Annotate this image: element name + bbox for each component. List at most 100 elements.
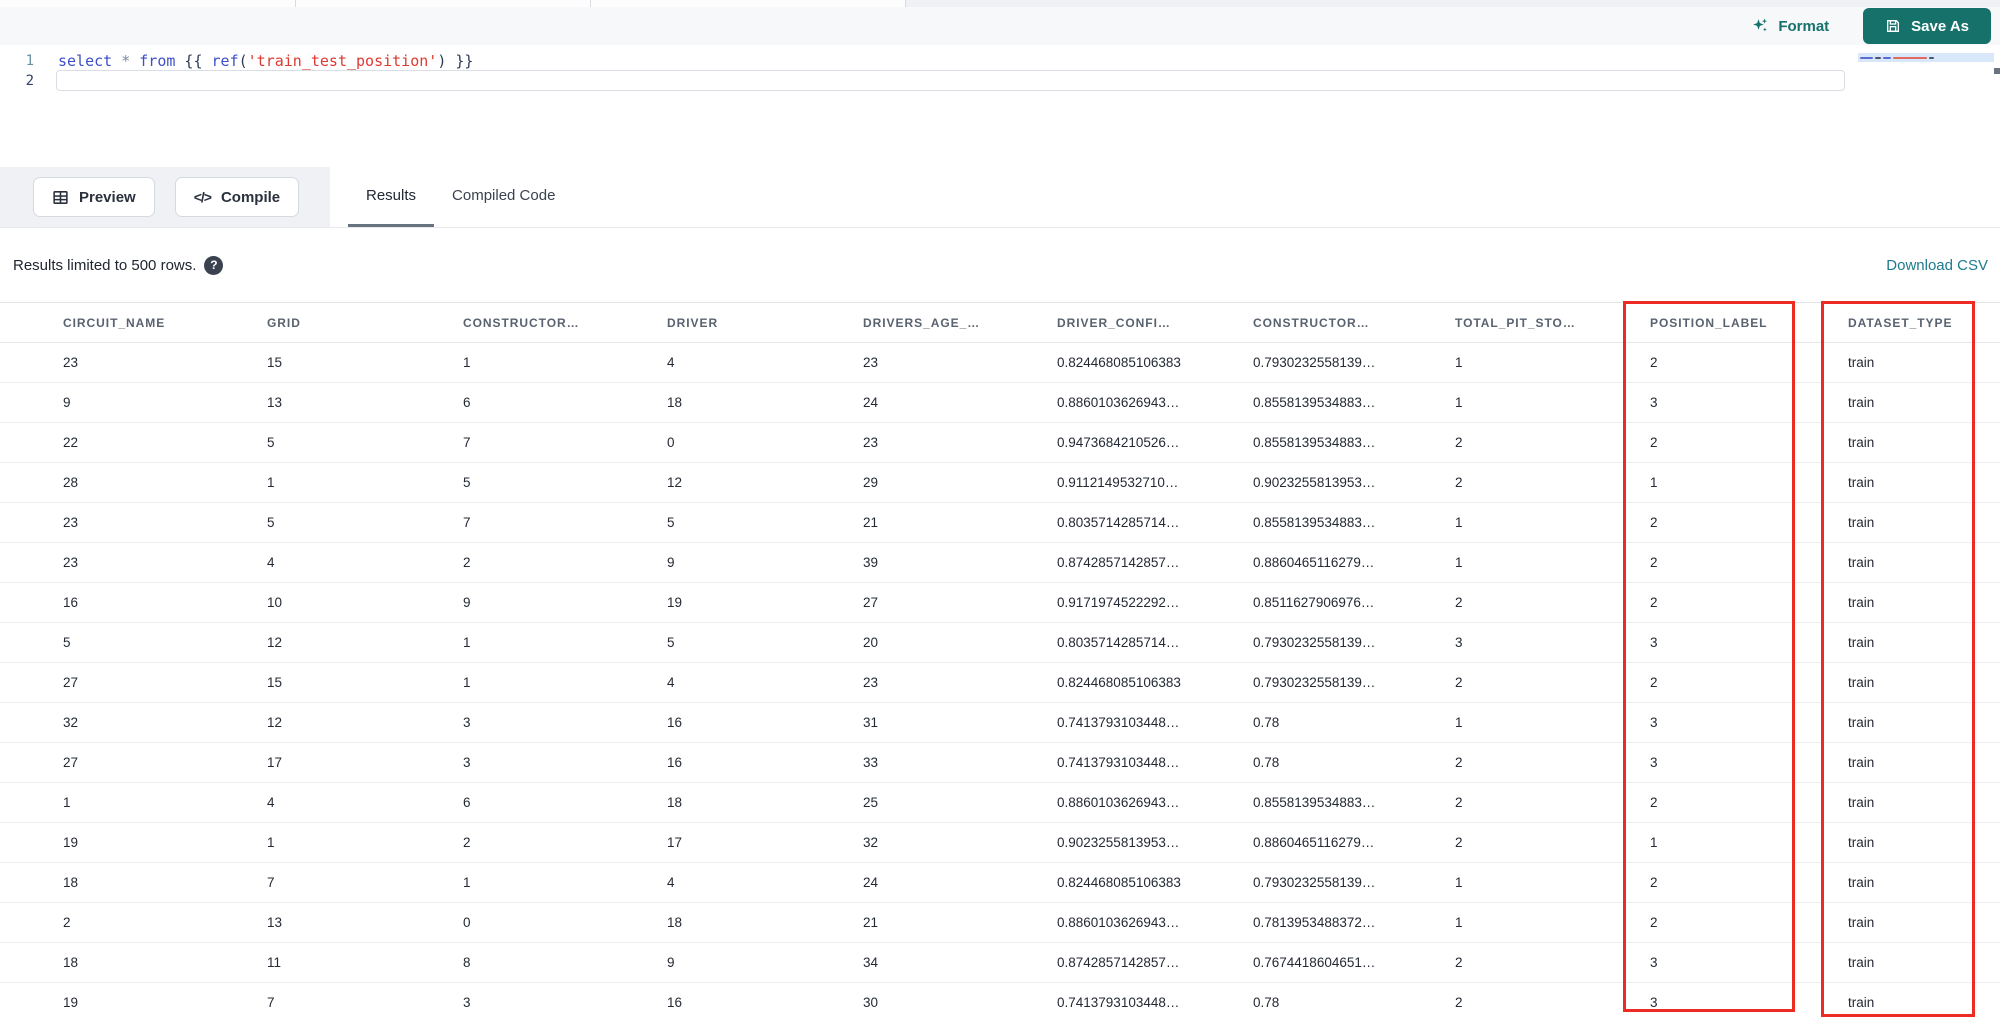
- results-table-container: CIRCUIT_NAME GRID CONSTRUCTOR… DRIVER DRIVER…: [0, 302, 2000, 1020]
- tab-results[interactable]: Results: [348, 167, 435, 227]
- run-actions-panel: Preview </> Compile: [0, 167, 330, 227]
- table-cell: 0.9473684210526…: [1044, 422, 1240, 463]
- format-button[interactable]: Format: [1751, 17, 1829, 35]
- table-cell: train: [1835, 942, 2000, 983]
- table-cell: 16: [0, 582, 254, 623]
- table-cell: 7: [450, 422, 654, 463]
- table-cell: 2: [1637, 342, 1835, 383]
- table-cell: 18: [654, 782, 850, 823]
- table-cell: 9: [0, 382, 254, 423]
- table-cell: 3: [1637, 982, 1835, 1020]
- table-cell: 17: [654, 822, 850, 863]
- table-row: 16 10 9 19 27 0.9171974522292… 0.8511627906976…: [0, 582, 2000, 623]
- table-cell: 0.8035714285714…: [1044, 502, 1240, 543]
- table-cell: train: [1835, 662, 2000, 703]
- table-cell: 0.8742857142857…: [1044, 542, 1240, 583]
- results-info-bar: Results limited to 500 rows. ? Download …: [0, 228, 2000, 302]
- table-cell: 6: [450, 382, 654, 423]
- table-cell: train: [1835, 462, 2000, 503]
- table-cell: 0.7674418604651…: [1240, 942, 1442, 983]
- editor-toolbar: Format Save As: [0, 7, 2000, 45]
- table-cell: 19: [0, 982, 254, 1020]
- table-cell: 25: [850, 782, 1044, 823]
- table-cell: 2: [1637, 782, 1835, 823]
- table-cell: train: [1835, 982, 2000, 1020]
- table-cell: 2: [1442, 462, 1637, 503]
- download-csv-link[interactable]: Download CSV: [1886, 257, 1988, 274]
- table-cell: 0.8742857142857…: [1044, 942, 1240, 983]
- table-row: 27 17 3 16 33 0.7413793103448… 0.78 2 3 train: [0, 742, 2000, 783]
- table-cell: 2: [1442, 582, 1637, 623]
- table-cell: 22: [0, 422, 254, 463]
- results-table: CIRCUIT_NAME GRID CONSTRUCTOR… DRIVER DRIVER…: [0, 302, 2000, 1020]
- compile-button[interactable]: </> Compile: [174, 177, 300, 217]
- table-cell: 1: [450, 342, 654, 383]
- column-header: POSITION_LABEL: [1637, 302, 1835, 343]
- dbt-ide-page: Format Save As 1 select * from {{ ref('t…: [0, 0, 2000, 1020]
- save-as-label: Save As: [1911, 17, 1969, 35]
- table-cell: 7: [254, 862, 450, 903]
- table-cell: 27: [850, 582, 1044, 623]
- format-label: Format: [1778, 17, 1830, 35]
- table-row: 1 4 6 18 25 0.8860103626943… 0.8558139534883… 2…: [0, 782, 2000, 823]
- table-cell: 18: [0, 942, 254, 983]
- table-cell: 12: [654, 462, 850, 503]
- save-as-button[interactable]: Save As: [1863, 8, 1991, 44]
- table-cell: 0.7413793103448…: [1044, 982, 1240, 1020]
- table-cell: 16: [654, 702, 850, 743]
- table-header-row: CIRCUIT_NAME GRID CONSTRUCTOR… DRIVER DRIVER…: [0, 302, 2000, 343]
- table-cell: train: [1835, 822, 2000, 863]
- table-cell: 1: [1442, 342, 1637, 383]
- table-cell: 18: [0, 862, 254, 903]
- table-cell: 31: [850, 702, 1044, 743]
- results-limit-text: Results limited to 500 rows.: [13, 256, 197, 274]
- table-cell: 2: [1442, 662, 1637, 703]
- column-header: DRIVER: [654, 302, 850, 343]
- table-cell: train: [1835, 742, 2000, 783]
- table-cell: 24: [850, 382, 1044, 423]
- table-cell: 3: [450, 702, 654, 743]
- table-cell: 9: [654, 542, 850, 583]
- table-cell: 33: [850, 742, 1044, 783]
- table-cell: 27: [0, 662, 254, 703]
- table-cell: 19: [654, 582, 850, 623]
- table-cell: 0.8558139534883…: [1240, 422, 1442, 463]
- minimap-scroll-marker: [1994, 68, 2000, 74]
- code-line-2[interactable]: 2: [0, 71, 1900, 91]
- table-cell: 32: [850, 822, 1044, 863]
- table-cell: 3: [450, 742, 654, 783]
- table-cell: 19: [0, 822, 254, 863]
- table-cell: 0.8860103626943…: [1044, 902, 1240, 943]
- table-cell: 0.824468085106383: [1044, 342, 1240, 383]
- table-cell: 2: [1637, 902, 1835, 943]
- table-cell: 2: [1442, 742, 1637, 783]
- code-line-1[interactable]: 1 select * from {{ ref('train_test_posit…: [0, 51, 1900, 71]
- table-cell: 15: [254, 342, 450, 383]
- table-cell: 7: [450, 502, 654, 543]
- tab-compiled-code[interactable]: Compiled Code: [434, 167, 573, 227]
- sql-code-editor[interactable]: 1 select * from {{ ref('train_test_posit…: [0, 45, 2000, 167]
- table-cell: 12: [254, 702, 450, 743]
- tab-separator: [295, 0, 296, 7]
- table-cell: train: [1835, 902, 2000, 943]
- editor-minimap[interactable]: [1858, 53, 1994, 62]
- table-cell: 0.7930232558139…: [1240, 662, 1442, 703]
- table-cell: train: [1835, 862, 2000, 903]
- table-cell: 1: [1442, 862, 1637, 903]
- column-header: DRIVERS_AGE_…: [850, 302, 1044, 343]
- table-row: 19 1 2 17 32 0.9023255813953… 0.8860465116279……: [0, 822, 2000, 863]
- table-cell: 2: [450, 542, 654, 583]
- help-icon[interactable]: ?: [204, 255, 224, 275]
- table-cell: 1: [450, 662, 654, 703]
- table-cell: 4: [654, 342, 850, 383]
- table-cell: 2: [0, 902, 254, 943]
- table-cell: 1: [450, 862, 654, 903]
- table-cell: 5: [450, 462, 654, 503]
- table-cell: train: [1835, 422, 2000, 463]
- table-row: 19 7 3 16 30 0.7413793103448… 0.78 2 3 train: [0, 982, 2000, 1020]
- table-cell: 0.9023255813953…: [1240, 462, 1442, 503]
- table-cell: 23: [0, 542, 254, 583]
- table-cell: 0: [450, 902, 654, 943]
- table-cell: 0.8860465116279…: [1240, 822, 1442, 863]
- preview-button[interactable]: Preview: [33, 177, 155, 217]
